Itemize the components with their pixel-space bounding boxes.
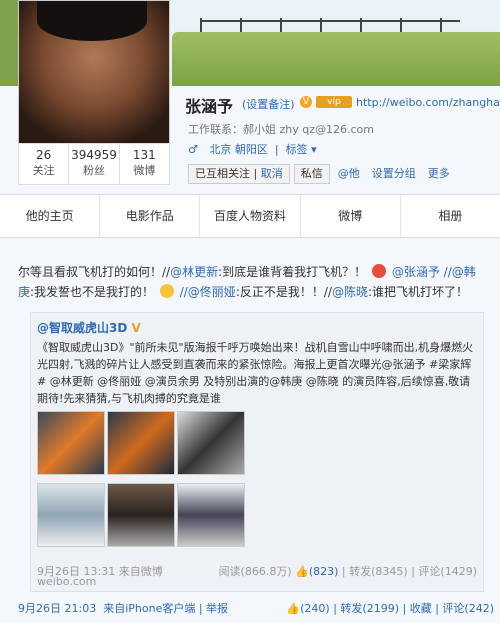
tab-home[interactable]: 他的主页 [0, 195, 101, 237]
post-timestamp[interactable]: 9月26日 21:03 [18, 602, 96, 615]
post-comments[interactable]: 评论(242) [442, 602, 494, 615]
quote-author[interactable]: @智取威虎山3D V [37, 319, 141, 336]
mention-link[interactable]: @陈晓 [332, 285, 368, 299]
tab-baidu[interactable]: 百度人物资料 [200, 195, 301, 237]
thumbnail-image[interactable] [107, 483, 175, 547]
stat-posts[interactable]: 131 微博 [120, 144, 169, 184]
stat-followers[interactable]: 394959 粉丝 [69, 144, 120, 184]
profile-url[interactable]: http://weibo.com/zhanghanyu [356, 96, 500, 109]
profile-tabs: 他的主页 电影作品 百度人物资料 微博 相册 [0, 194, 500, 238]
quote-reads: 阅读(866.8万) [218, 565, 292, 578]
contact-info: 工作联系：郝小姐 zhy qz@126.com [188, 123, 374, 136]
quote-source[interactable]: 来自微博 [119, 565, 163, 578]
report-link[interactable]: 举报 [206, 602, 228, 615]
mention-link[interactable]: //@佟丽娅 [180, 285, 236, 299]
set-note-link[interactable]: (设置备注) [242, 96, 295, 112]
action-buttons: 已互相关注 | 取消 私信 @他 设置分组 更多 [188, 164, 454, 184]
location-line: ♂ 北京 朝阳区 | 标签 ▾ [188, 143, 317, 156]
quote-footer: 9月26日 13:31 来自微博 阅读(866.8万) 👍(823) | 转发(… [37, 565, 477, 578]
post-reposts[interactable]: 转发(2199) [340, 602, 399, 615]
post-favorites[interactable]: 收藏 [410, 602, 432, 615]
stat-following[interactable]: 26 关注 [19, 144, 70, 184]
thumbnail-image[interactable] [107, 411, 175, 475]
thumbnail-image[interactable] [177, 483, 245, 547]
post-source[interactable]: 来自iPhone客户端 [103, 602, 195, 615]
tags-link[interactable]: 标签 [286, 143, 308, 156]
message-button[interactable]: 私信 [293, 164, 330, 184]
like-icon[interactable]: 👍 [295, 565, 309, 578]
unfollow-link[interactable]: 取消 [261, 167, 283, 180]
post-text: 尔等且看叔飞机打的如何！//@林更新:到底是谁背着我打飞机？！ @张涵予 //@… [18, 264, 476, 299]
thumbnail-image[interactable] [177, 411, 245, 475]
quote-site: weibo.com [37, 575, 97, 588]
repost-quote: @智取威虎山3D V 《智取威虎山3D》"前所未见"版海报千呼万唤始出来！战机自… [30, 312, 484, 592]
mention-link[interactable]: @林更新 [170, 265, 218, 279]
like-icon[interactable]: 👍 [286, 602, 300, 615]
tab-weibo[interactable]: 微博 [301, 195, 401, 237]
gender-icon: ♂ [188, 143, 198, 156]
post-footer: 9月26日 21:03 来自iPhone客户端 | 举报 👍(240) | 转发… [18, 602, 494, 615]
quote-likes[interactable]: (823) [309, 565, 339, 578]
angry-emoji-icon [371, 264, 386, 278]
cover-left [0, 0, 18, 86]
more-link[interactable]: 更多 [424, 164, 454, 182]
group-link[interactable]: 设置分组 [368, 164, 420, 182]
follow-button[interactable]: 已互相关注 | 取消 [188, 164, 290, 184]
tab-films[interactable]: 电影作品 [100, 195, 201, 237]
post-likes[interactable]: (240) [300, 602, 330, 615]
verified-badge-icon: V [300, 96, 312, 108]
tab-album[interactable]: 相册 [401, 195, 500, 237]
thumbnail-image[interactable] [37, 411, 105, 475]
location[interactable]: 北京 朝阳区 [209, 143, 268, 156]
at-link[interactable]: @他 [334, 164, 364, 182]
cry-emoji-icon [159, 284, 174, 298]
mention-link[interactable]: @张涵予 [392, 265, 440, 279]
quote-text: 《智取威虎山3D》"前所未见"版海报千呼万唤始出来！战机自雪山中呼啸而出,机身爆… [37, 341, 474, 405]
profile-name: 张涵予 [185, 97, 234, 116]
vip-badge-icon: vip [316, 96, 352, 108]
cover-hill [172, 32, 500, 86]
quote-reposts[interactable]: 转发(8345) [349, 565, 408, 578]
avatar[interactable] [18, 0, 170, 144]
thumbnail-image[interactable] [37, 483, 105, 547]
quote-comments[interactable]: 评论(1429) [418, 565, 477, 578]
profile-stats: 26 关注 394959 粉丝 131 微博 [18, 143, 170, 185]
